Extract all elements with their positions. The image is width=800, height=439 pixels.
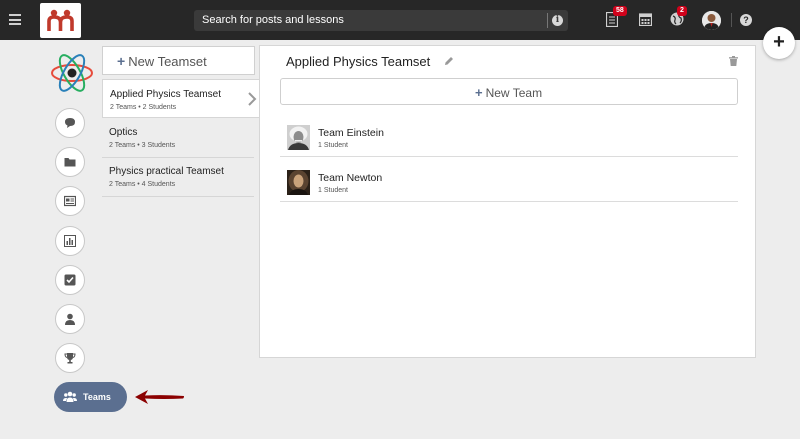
new-team-text: New Team (485, 86, 543, 100)
calendar-icon (638, 13, 653, 27)
einstein-avatar-icon (287, 125, 310, 150)
teamset-name: Applied Physics Teamset (110, 89, 221, 100)
teamset-name: Optics (109, 127, 138, 138)
help-icon[interactable]: ? (740, 14, 752, 26)
nav-files[interactable] (55, 147, 85, 177)
nav-lessons[interactable] (55, 186, 85, 216)
teamset-name: Physics practical Teamset (109, 166, 224, 177)
nav-teams-label: Teams (83, 392, 111, 402)
new-teamset-text: New Teamset (128, 54, 207, 69)
search-box[interactable]: Search for posts and lessons i (194, 10, 568, 31)
nav-assignments[interactable] (55, 265, 85, 295)
team-meta: 1 Student (318, 187, 348, 194)
app-logo[interactable] (40, 3, 81, 38)
list-divider (102, 196, 254, 197)
plus-icon: + (475, 85, 483, 100)
top-bar: Search for posts and lessons i 58 2 ? (0, 0, 800, 40)
toolbar-divider (731, 13, 732, 27)
notifications-button[interactable]: 58 (605, 6, 627, 28)
plus-icon: + (117, 53, 126, 69)
teamset-meta: 2 Teams • 3 Students (109, 142, 176, 149)
newton-avatar-icon (287, 170, 310, 195)
users-icon (63, 391, 77, 402)
trash-icon[interactable] (729, 56, 738, 66)
team-avatar (287, 125, 310, 150)
teamset-item[interactable]: Applied Physics Teamset 2 Teams • 2 Stud… (102, 79, 260, 118)
chevron-right-icon (248, 92, 257, 106)
info-icon[interactable]: i (552, 15, 563, 26)
add-button[interactable]: + (763, 27, 795, 59)
chat-icon (65, 118, 75, 128)
new-team-label: + New Team (475, 85, 542, 100)
user-avatar[interactable] (702, 11, 721, 30)
panel-title: Applied Physics Teamset (286, 54, 431, 69)
team-row[interactable]: Team Einstein 1 Student (280, 113, 738, 157)
edit-icon[interactable] (444, 56, 454, 66)
team-name: Team Einstein (318, 127, 384, 139)
user-icon (65, 313, 75, 325)
folder-icon (64, 158, 76, 167)
team-meta: 1 Student (318, 142, 348, 149)
nav-members[interactable] (55, 304, 85, 334)
teamset-meta: 2 Teams • 2 Students (110, 104, 177, 111)
menu-icon[interactable] (9, 14, 21, 25)
search-divider (547, 13, 548, 28)
arrow-left-icon (135, 390, 184, 404)
teamset-item[interactable]: Optics 2 Teams • 3 Students (102, 119, 260, 157)
globe-badge: 2 (677, 6, 687, 16)
course-logo[interactable] (49, 50, 95, 96)
nav-analytics[interactable] (55, 226, 85, 256)
nav-discussions[interactable] (55, 108, 85, 138)
news-icon (64, 195, 76, 207)
team-avatar (287, 170, 310, 195)
nav-achievements[interactable] (55, 343, 85, 373)
globe-button[interactable]: 2 (670, 6, 687, 28)
atom-icon (51, 54, 93, 92)
new-teamset-label: + New Teamset (117, 53, 207, 69)
search-input[interactable]: Search for posts and lessons (202, 14, 344, 26)
teamset-item[interactable]: Physics practical Teamset 2 Teams • 4 St… (102, 158, 260, 196)
team-name: Team Newton (318, 172, 383, 184)
logo-icon (47, 9, 74, 31)
trophy-icon (64, 353, 76, 364)
teamset-panel: Applied Physics Teamset + New Team Team E… (259, 45, 756, 358)
avatar-icon (702, 11, 721, 30)
notifications-badge: 58 (613, 6, 627, 16)
calendar-button[interactable] (638, 12, 653, 28)
teamset-meta: 2 Teams • 4 Students (109, 181, 176, 188)
nav-teams[interactable]: Teams (54, 382, 127, 412)
new-team-button[interactable]: + New Team (280, 78, 738, 105)
team-row[interactable]: Team Newton 1 Student (280, 158, 738, 202)
bar-chart-icon (64, 235, 76, 247)
new-teamset-button[interactable]: + New Teamset (102, 46, 255, 75)
checkbox-icon (64, 274, 76, 286)
